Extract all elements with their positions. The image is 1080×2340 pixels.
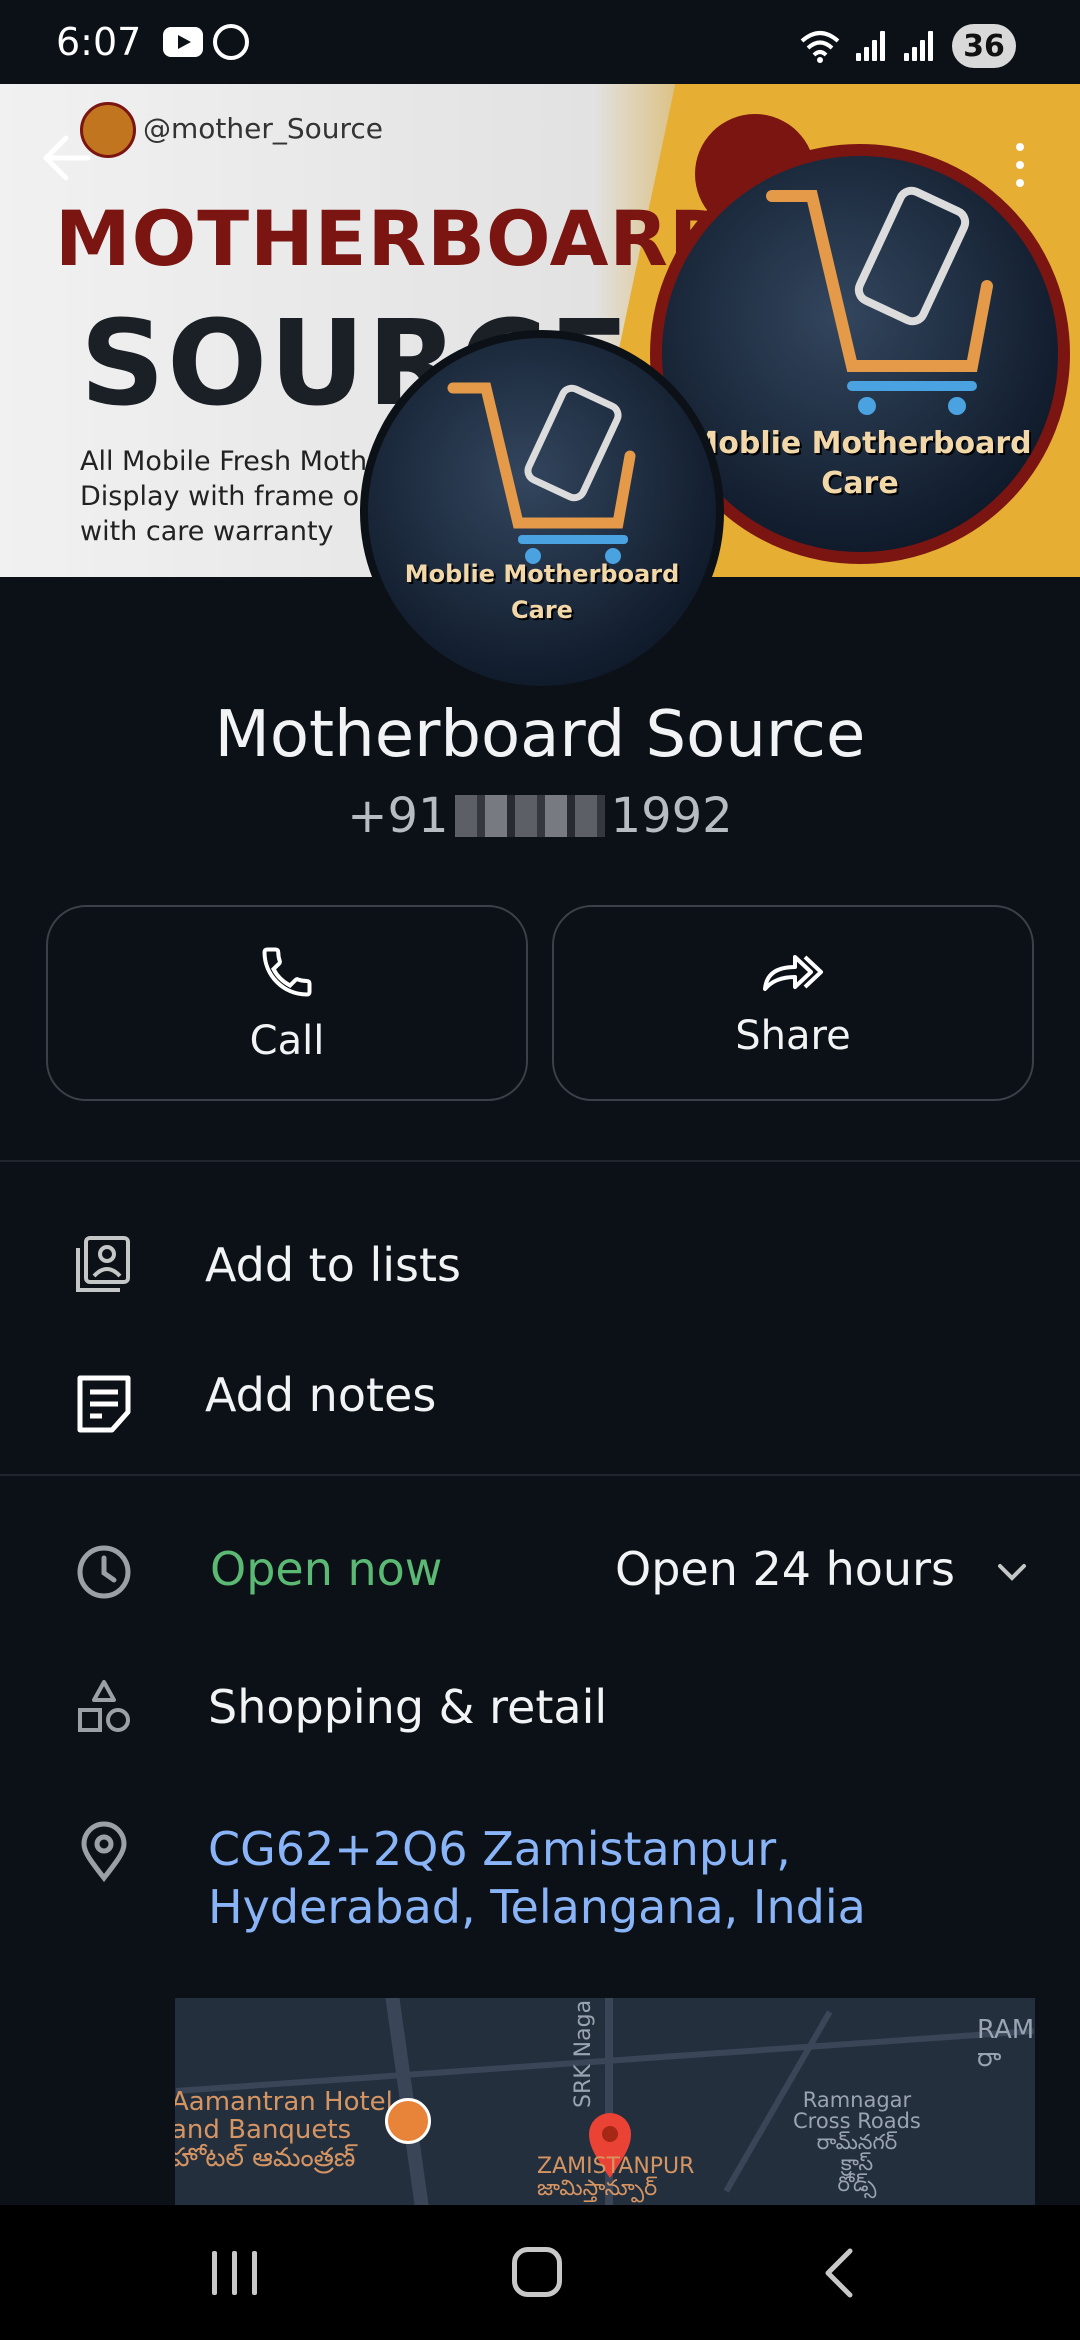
- signal-icon-2: [904, 31, 938, 61]
- cart-phone-icon: [447, 382, 636, 564]
- add-notes-label: Add notes: [205, 1368, 437, 1422]
- shapes-category-icon: [78, 1680, 130, 1732]
- system-navigation-bar: [0, 2205, 1080, 2340]
- business-avatar[interactable]: Moblie Motherboard Care: [360, 330, 724, 694]
- phone-icon: [262, 947, 312, 997]
- opening-hours: Open 24 hours: [615, 1542, 955, 1596]
- avatar-label-2: Care: [511, 596, 573, 624]
- open-status: Open now: [210, 1542, 443, 1596]
- banner-logo-label-1: Moblie Motherboard: [688, 426, 1032, 461]
- add-to-lists-label: Add to lists: [205, 1238, 462, 1292]
- recent-apps-icon[interactable]: [210, 2251, 260, 2295]
- avatar-label-1: Moblie Motherboard: [404, 560, 680, 588]
- category-row: Shopping & retail: [0, 1650, 1080, 1770]
- location-pin-icon: [81, 1821, 127, 1883]
- contact-list-icon: [76, 1236, 130, 1292]
- map-preview[interactable]: Aamantran Hotel and Banquets హోటల్ ఆమంత్…: [175, 1998, 1035, 2205]
- map-label-road: SRK Nagar: [571, 1998, 596, 2108]
- map-label-corner: RAM రా: [977, 2015, 1035, 2073]
- call-button[interactable]: Call: [46, 905, 528, 1101]
- battery-indicator: 36: [952, 24, 1016, 68]
- map-label-area: ZAMISTANPUR జామిస్తాన్పూర్: [537, 2154, 695, 2201]
- divider: [0, 1160, 1080, 1162]
- note-icon: [77, 1375, 131, 1433]
- share-button[interactable]: Share: [552, 905, 1034, 1101]
- phone-prefix: +91: [347, 788, 449, 844]
- more-options-icon[interactable]: [1000, 135, 1040, 195]
- share-forward-icon: [763, 955, 823, 991]
- status-indicators: 36: [798, 24, 1016, 68]
- banner-title-line1: MOTHERBOARD: [55, 194, 734, 283]
- add-to-lists-row[interactable]: Add to lists: [0, 1200, 1080, 1330]
- restaurant-marker-icon: [385, 2098, 431, 2144]
- address-link[interactable]: CG62+2Q6 Zamistanpur, Hyderabad, Telanga…: [208, 1820, 1028, 1936]
- banner-handle: @mother_Source: [143, 112, 384, 145]
- nav-back-icon[interactable]: [818, 2245, 858, 2301]
- hours-row[interactable]: Open now Open 24 hours: [0, 1510, 1080, 1630]
- clock-icon: [77, 1545, 131, 1599]
- category-label: Shopping & retail: [208, 1680, 608, 1734]
- wifi-icon: [800, 31, 840, 63]
- status-bar: 6:07 36: [0, 0, 1080, 84]
- share-label: Share: [735, 1013, 851, 1059]
- youtube-notification-icon: [163, 27, 204, 57]
- business-name: Motherboard Source: [214, 698, 866, 772]
- map-label-hotel: Aamantran Hotel and Banquets హోటల్ ఆమంత్…: [175, 2087, 393, 2173]
- signal-icon: [856, 31, 890, 61]
- home-icon[interactable]: [512, 2247, 562, 2297]
- status-time: 6:07: [56, 20, 142, 64]
- call-label: Call: [249, 1018, 325, 1064]
- back-arrow-icon[interactable]: [38, 130, 94, 186]
- divider: [0, 1474, 1080, 1476]
- chevron-down-icon[interactable]: [990, 1550, 1034, 1594]
- map-label-crossroads: Ramnagar Cross Roads రామ్‌నగర్ క్రాస్ రో…: [793, 2088, 921, 2196]
- phone-suffix: 1992: [610, 788, 733, 844]
- phone-number[interactable]: +91 1992: [0, 788, 1080, 844]
- add-notes-row[interactable]: Add notes: [0, 1330, 1080, 1460]
- phone-redaction: [454, 795, 605, 837]
- phone-notification-icon: [213, 24, 250, 60]
